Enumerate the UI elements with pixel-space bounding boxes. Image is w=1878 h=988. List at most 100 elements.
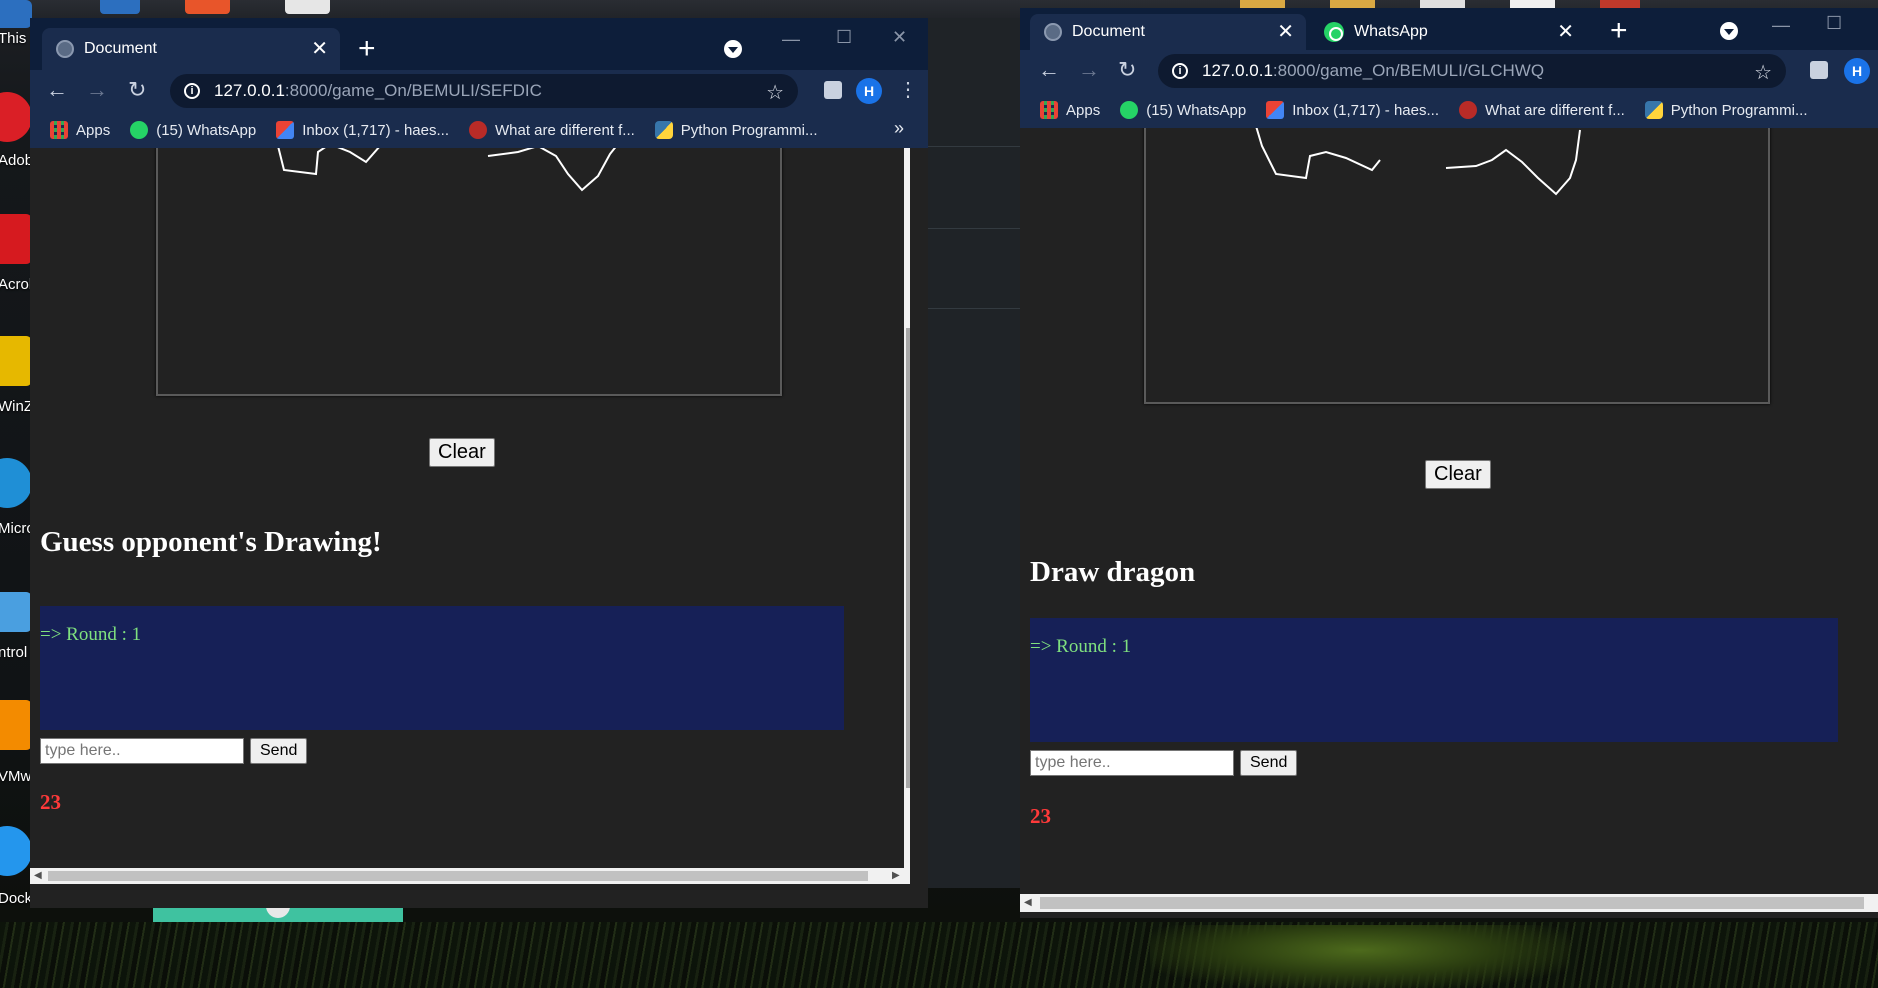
countdown-timer: 23 <box>40 790 61 814</box>
forward-icon[interactable]: → <box>86 78 108 102</box>
reload-icon[interactable]: ↻ <box>1118 58 1136 82</box>
horizontal-scrollbar[interactable]: ◀ ▶ <box>30 868 910 884</box>
reload-icon[interactable]: ↻ <box>128 78 146 102</box>
maximize-icon[interactable]: ☐ <box>1826 14 1842 32</box>
bookmark-star-icon[interactable]: ☆ <box>766 80 784 105</box>
vertical-scroll-thumb[interactable] <box>906 328 910 788</box>
scroll-left-icon[interactable]: ◀ <box>34 871 42 881</box>
wallpaper-glow <box>1150 925 1570 988</box>
background-window-divider <box>928 146 1020 147</box>
tab-title: Document <box>84 40 157 57</box>
back-icon[interactable]: ← <box>46 78 68 102</box>
back-icon[interactable]: ← <box>1038 58 1060 82</box>
minimize-icon[interactable]: — <box>782 30 800 48</box>
vmware-icon[interactable] <box>0 700 32 750</box>
bookmarks-bar: Apps (15) WhatsApp Inbox (1,717) - haes.… <box>1020 92 1878 128</box>
site-info-icon[interactable]: i <box>184 83 200 99</box>
scroll-down-icon[interactable]: ▼ <box>908 854 910 864</box>
bookmark-quora[interactable]: What are different f... <box>469 121 635 139</box>
bookmark-python[interactable]: Python Programmi... <box>654 121 818 139</box>
winzip-icon[interactable] <box>0 336 32 386</box>
chat-input[interactable] <box>40 738 244 764</box>
drawing-strokes <box>1255 128 1581 196</box>
bookmark-label: What are different f... <box>1485 101 1625 119</box>
bookmark-python[interactable]: Python Programmi... <box>1644 101 1808 119</box>
browser-window-left: Document ✕ + — ☐ ✕ ← → ↻ i 127.0.0.1:800… <box>30 18 928 908</box>
horizontal-scroll-thumb[interactable] <box>1040 897 1864 909</box>
close-window-icon[interactable]: ✕ <box>892 28 907 46</box>
chat-log: => Round : 1 <box>40 606 844 730</box>
close-tab-icon[interactable]: ✕ <box>1557 22 1574 42</box>
chat-message: => Round : 1 <box>1030 636 1132 657</box>
control-panel-icon[interactable] <box>0 592 32 632</box>
profile-avatar[interactable]: H <box>1844 58 1870 84</box>
python-icon <box>654 121 673 139</box>
address-bar[interactable]: i 127.0.0.1:8000/game_On/BEMULI/SEFDIC ☆ <box>170 74 798 108</box>
maximize-icon[interactable]: ☐ <box>836 28 852 46</box>
bookmark-quora[interactable]: What are different f... <box>1459 101 1625 119</box>
close-tab-icon[interactable]: ✕ <box>1277 22 1294 42</box>
python-icon <box>1644 101 1663 119</box>
browser-toolbar: ← → ↻ i 127.0.0.1:8000/game_On/BEMULI/SE… <box>30 70 928 112</box>
bookmark-gmail[interactable]: Inbox (1,717) - haes... <box>276 121 449 139</box>
url-path: :8000/game_On/BEMULI/SEFDIC <box>284 81 542 100</box>
bookmark-star-icon[interactable]: ☆ <box>1754 60 1772 85</box>
acrobat-reader-icon[interactable] <box>0 214 32 264</box>
bookmark-apps[interactable]: Apps <box>50 121 110 139</box>
drawing-canvas[interactable] <box>1144 128 1770 404</box>
site-info-icon[interactable]: i <box>1172 63 1188 79</box>
forward-icon[interactable]: → <box>1078 58 1100 82</box>
globe-icon <box>1044 23 1062 41</box>
bookmark-whatsapp[interactable]: (15) WhatsApp <box>130 121 256 139</box>
url-host: 127.0.0.1 <box>214 81 285 100</box>
taskbar-thumb <box>285 0 330 14</box>
horizontal-scrollbar[interactable]: ◀ <box>1020 894 1878 912</box>
minimize-icon[interactable]: — <box>1772 16 1790 34</box>
tab-document[interactable]: Document ✕ <box>1030 14 1306 50</box>
scroll-up-icon[interactable]: ▲ <box>908 152 910 162</box>
tab-search-icon[interactable] <box>724 40 742 58</box>
globe-icon <box>56 40 74 58</box>
extensions-icon[interactable] <box>824 81 842 99</box>
new-tab-button[interactable]: + <box>358 34 376 64</box>
drawing-canvas[interactable] <box>156 148 782 396</box>
menu-icon[interactable]: ⋮ <box>898 78 918 102</box>
bookmark-whatsapp[interactable]: (15) WhatsApp <box>1120 101 1246 119</box>
extensions-icon[interactable] <box>1810 61 1828 79</box>
bookmark-label: Apps <box>1066 101 1101 119</box>
stroke <box>487 148 617 192</box>
scroll-left-icon[interactable]: ◀ <box>1024 898 1032 908</box>
new-tab-button[interactable]: + <box>1610 16 1628 46</box>
this-pc-icon[interactable] <box>0 0 32 28</box>
gmail-icon <box>276 121 295 139</box>
more-bookmarks-icon[interactable]: » <box>894 118 904 139</box>
horizontal-scroll-thumb[interactable] <box>48 871 868 881</box>
whatsapp-icon <box>1324 22 1344 42</box>
url-host: 127.0.0.1 <box>1202 61 1273 80</box>
clear-button[interactable]: Clear <box>429 438 495 467</box>
tab-strip: Document ✕ WhatsApp ✕ + — ☐ <box>1020 8 1878 50</box>
close-tab-icon[interactable]: ✕ <box>311 39 328 59</box>
bookmark-label: What are different f... <box>495 121 635 139</box>
bookmark-label: Inbox (1,717) - haes... <box>302 121 449 139</box>
clear-button[interactable]: Clear <box>1425 460 1491 489</box>
profile-avatar[interactable]: H <box>856 78 882 104</box>
bookmark-gmail[interactable]: Inbox (1,717) - haes... <box>1266 101 1439 119</box>
chat-input[interactable] <box>1030 750 1234 776</box>
tab-whatsapp[interactable]: WhatsApp ✕ <box>1310 14 1586 50</box>
scroll-right-icon[interactable]: ▶ <box>892 871 900 881</box>
tab-document[interactable]: Document ✕ <box>42 28 340 70</box>
tab-search-icon[interactable] <box>1720 22 1738 40</box>
desktop-label-adobe: Adobe Creat <box>0 152 30 169</box>
desktop-label-this-pc: This PC Shortc <box>0 30 30 47</box>
send-button[interactable]: Send <box>250 738 308 764</box>
bookmark-apps[interactable]: Apps <box>1040 101 1100 119</box>
quora-icon <box>1459 101 1477 119</box>
desktop-label-winzip: WinZ <box>0 398 30 415</box>
game-prompt-heading: Draw dragon <box>1030 556 1196 588</box>
vertical-scrollbar[interactable]: ▲ ▼ <box>904 148 910 868</box>
address-bar[interactable]: i 127.0.0.1:8000/game_On/BEMULI/GLCHWQ ☆ <box>1158 54 1786 88</box>
bookmark-label: Apps <box>76 121 111 139</box>
send-button[interactable]: Send <box>1240 750 1298 776</box>
bookmark-label: (15) WhatsApp <box>1146 101 1247 119</box>
